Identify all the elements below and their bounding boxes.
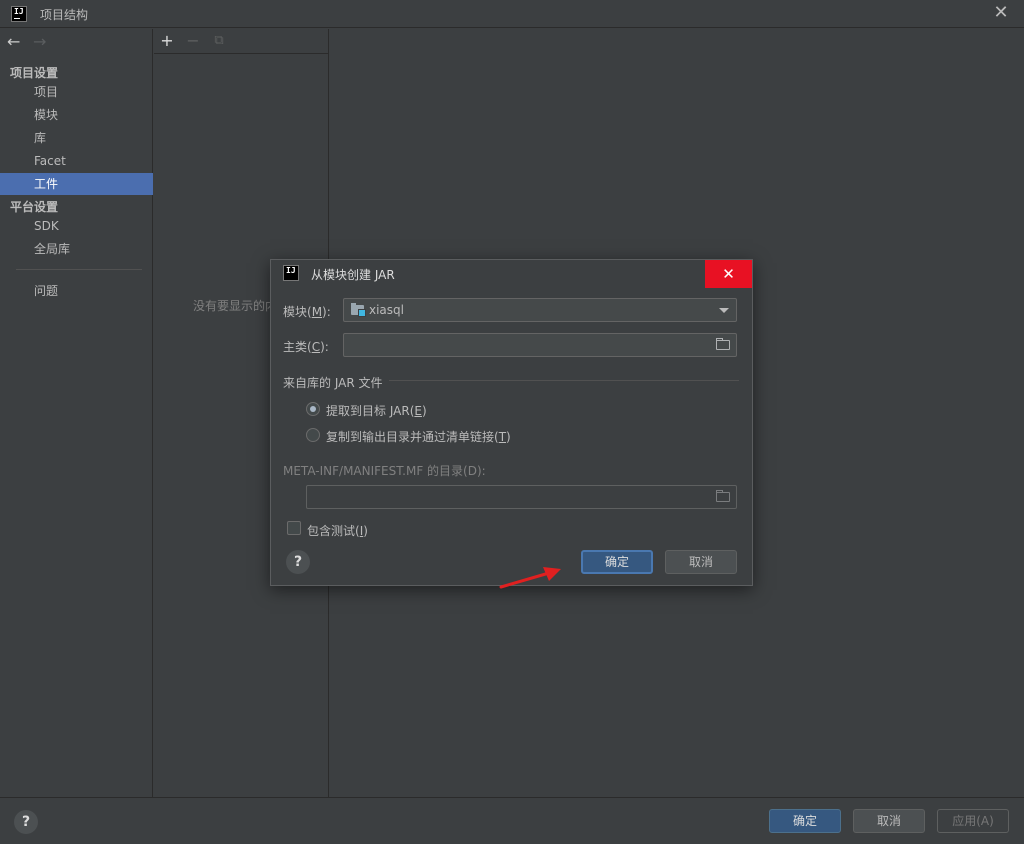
radio-copy-and-link[interactable] [306, 428, 320, 442]
window-title: 项目结构 [40, 8, 89, 22]
sidebar-item-artifacts[interactable]: 工件 [0, 173, 153, 195]
nav-arrows: ← → [0, 29, 153, 55]
module-select[interactable]: xiasql [343, 298, 737, 322]
footer-bar: ? 确定 取消 应用(A) [0, 797, 1024, 844]
sidebar-item-libraries[interactable]: 库 [0, 127, 153, 149]
jar-group-label: 来自库的 JAR 文件 [283, 376, 383, 390]
module-folder-icon [351, 303, 366, 317]
sidebar-item-sdk[interactable]: SDK [0, 215, 153, 237]
add-icon[interactable]: + [159, 31, 175, 50]
browse-folder-icon [716, 490, 730, 502]
radio-copy-label[interactable]: 复制到输出目录并通过清单链接(T) [326, 428, 511, 445]
section-project-settings: 项目设置 [10, 66, 59, 80]
back-arrow-icon[interactable]: ← [7, 32, 20, 51]
module-select-value: xiasql [369, 303, 404, 317]
group-divider [389, 380, 739, 381]
dialog-close-icon[interactable]: ✕ [705, 260, 752, 288]
sidebar-item-facets[interactable]: Facet [0, 150, 153, 172]
radio-extract-to-jar[interactable] [306, 402, 320, 416]
module-label: 模块(M): [283, 305, 331, 319]
remove-icon[interactable]: − [185, 31, 201, 50]
intellij-logo-icon: IJ [283, 265, 299, 281]
dialog-titlebar: IJ 从模块创建 JAR ✕ [271, 260, 752, 288]
copy-icon[interactable]: ⧉ [211, 33, 227, 48]
create-jar-dialog: IJ 从模块创建 JAR ✕ 模块(M): xiasql 主类(C): 来自库的… [270, 259, 753, 586]
footer-cancel-button[interactable]: 取消 [853, 809, 925, 833]
footer-help-button[interactable]: ? [14, 810, 38, 834]
dialog-ok-button[interactable]: 确定 [581, 550, 653, 574]
include-tests-label[interactable]: 包含测试(I) [307, 522, 368, 539]
annotation-arrow-icon [499, 567, 561, 589]
radio-extract-label[interactable]: 提取到目标 JAR(E) [326, 402, 427, 419]
window-titlebar: IJ 项目结构 ✕ [0, 0, 1024, 28]
forward-arrow-icon[interactable]: → [33, 32, 46, 51]
intellij-logo-icon: IJ [11, 6, 27, 22]
manifest-dir-field [306, 485, 737, 509]
artifacts-toolbar: + − ⧉ [154, 29, 329, 54]
sidebar-divider [16, 269, 142, 270]
section-platform-settings: 平台设置 [10, 200, 59, 214]
dialog-help-button[interactable]: ? [286, 550, 310, 574]
sidebar-item-global-libraries[interactable]: 全局库 [0, 238, 153, 260]
browse-folder-icon[interactable] [716, 338, 730, 350]
footer-apply-button[interactable]: 应用(A) [937, 809, 1009, 833]
sidebar-item-project[interactable]: 项目 [0, 81, 153, 103]
dialog-cancel-button[interactable]: 取消 [665, 550, 737, 574]
manifest-dir-label: META-INF/MANIFEST.MF 的目录(D): [283, 464, 486, 478]
main-class-field[interactable] [343, 333, 737, 357]
sidebar: ← → 项目设置 项目 模块 库 Facet 工件 平台设置 SDK 全局库 问… [0, 29, 153, 797]
window-close-icon[interactable]: ✕ [992, 4, 1010, 22]
main-class-label: 主类(C): [283, 340, 329, 354]
dialog-title: 从模块创建 JAR [311, 268, 395, 282]
footer-ok-button[interactable]: 确定 [769, 809, 841, 833]
sidebar-item-problems[interactable]: 问题 [0, 280, 153, 302]
chevron-down-icon [719, 308, 729, 313]
sidebar-item-modules[interactable]: 模块 [0, 104, 153, 126]
include-tests-checkbox[interactable] [287, 521, 301, 535]
